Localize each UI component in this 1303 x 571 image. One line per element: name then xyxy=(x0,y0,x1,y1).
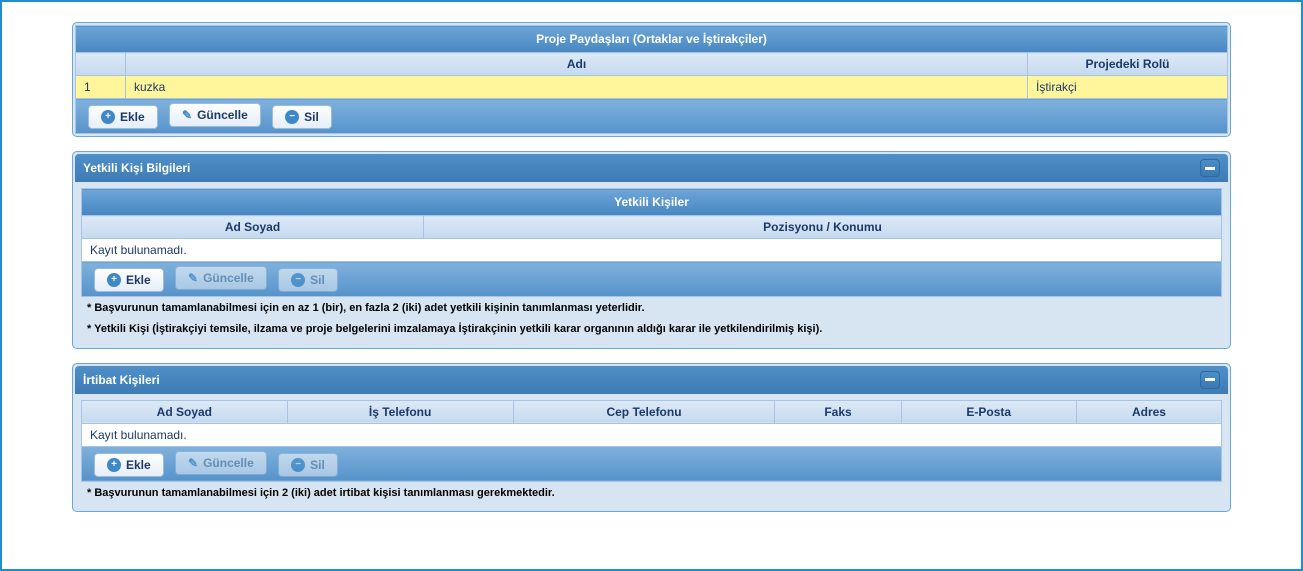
irtibat-col-ceptel: Cep Telefonu xyxy=(513,400,775,423)
paydaslar-toolbar: + Ekle ✎ Güncelle − Sil xyxy=(76,99,1228,134)
paydaslar-col-adi: Adı xyxy=(126,53,1028,76)
minus-icon: − xyxy=(291,458,305,472)
paydaslar-cell-seq: 1 xyxy=(76,76,126,99)
yetkili-collapse-button[interactable] xyxy=(1200,159,1220,177)
pencil-icon: ✎ xyxy=(188,272,198,284)
irtibat-panel-title: İrtibat Kişileri xyxy=(83,373,160,387)
minus-icon: − xyxy=(285,110,299,124)
yetkili-empty-row: Kayıt bulunamadı. xyxy=(82,239,1222,262)
yetkili-guncelle-button: ✎ Güncelle xyxy=(175,266,267,290)
yetkili-sil-button: − Sil xyxy=(278,268,338,292)
plus-icon: + xyxy=(107,273,121,287)
yetkili-ekle-label: Ekle xyxy=(126,273,151,287)
yetkili-col-pozisyon: Pozisyonu / Konumu xyxy=(424,216,1222,239)
irtibat-empty-text: Kayıt bulunamadı. xyxy=(82,423,1222,446)
irtibat-sil-button: − Sil xyxy=(278,453,338,477)
irtibat-collapse-button[interactable] xyxy=(1200,371,1220,389)
yetkili-toolbar: + Ekle ✎ Güncelle − Sil xyxy=(82,262,1222,297)
paydaslar-guncelle-button[interactable]: ✎ Güncelle xyxy=(169,103,261,127)
irtibat-col-adsoyad: Ad Soyad xyxy=(82,400,288,423)
paydaslar-col-seq xyxy=(76,53,126,76)
yetkili-grid: Yetkili Kişiler Ad Soyad Pozisyonu / Kon… xyxy=(81,188,1222,297)
paydaslar-ekle-label: Ekle xyxy=(120,110,145,124)
paydaslar-guncelle-label: Güncelle xyxy=(197,108,248,122)
paydaslar-col-rol: Projedeki Rolü xyxy=(1028,53,1228,76)
plus-icon: + xyxy=(101,110,115,124)
paydaslar-sil-button[interactable]: − Sil xyxy=(272,105,332,129)
yetkili-panel-title: Yetkili Kişi Bilgileri xyxy=(83,161,190,175)
minus-icon xyxy=(1205,378,1215,381)
irtibat-sil-label: Sil xyxy=(310,458,325,472)
irtibat-grid: Ad Soyad İş Telefonu Cep Telefonu Faks E… xyxy=(81,400,1222,482)
yetkili-panel: Yetkili Kişi Bilgileri Yetkili Kişiler A… xyxy=(72,151,1231,349)
paydaslar-row[interactable]: 1 kuzka İştirakçi xyxy=(76,76,1228,99)
paydaslar-grid: Proje Paydaşları (Ortaklar ve İştirakçil… xyxy=(75,25,1228,134)
irtibat-toolbar: + Ekle ✎ Güncelle − Sil xyxy=(82,446,1222,481)
irtibat-col-eposta: E-Posta xyxy=(901,400,1076,423)
yetkili-guncelle-label: Güncelle xyxy=(203,271,254,285)
irtibat-ekle-label: Ekle xyxy=(126,458,151,472)
paydaslar-panel: Proje Paydaşları (Ortaklar ve İştirakçil… xyxy=(72,22,1231,137)
yetkili-empty-text: Kayıt bulunamadı. xyxy=(82,239,1222,262)
irtibat-guncelle-button: ✎ Güncelle xyxy=(175,451,267,475)
paydaslar-cell-rol: İştirakçi xyxy=(1028,76,1228,99)
paydaslar-cell-adi: kuzka xyxy=(126,76,1028,99)
yetkili-ekle-button[interactable]: + Ekle xyxy=(94,268,164,292)
irtibat-col-faks: Faks xyxy=(775,400,901,423)
irtibat-guncelle-label: Güncelle xyxy=(203,456,254,470)
irtibat-col-istel: İş Telefonu xyxy=(287,400,513,423)
paydaslar-sil-label: Sil xyxy=(304,110,319,124)
yetkili-col-adsoyad: Ad Soyad xyxy=(82,216,424,239)
plus-icon: + xyxy=(107,458,121,472)
yetkili-grid-title: Yetkili Kişiler xyxy=(82,189,1222,216)
yetkili-note-2: * Yetkili Kişi (İştirakçiyi temsile, ilz… xyxy=(81,318,1222,339)
paydaslar-ekle-button[interactable]: + Ekle xyxy=(88,105,158,129)
irtibat-col-adres: Adres xyxy=(1076,400,1221,423)
irtibat-panel: İrtibat Kişileri Ad Soyad İş Telefonu Ce… xyxy=(72,363,1231,512)
irtibat-ekle-button[interactable]: + Ekle xyxy=(94,453,164,477)
yetkili-note-1: * Başvurunun tamamlanabilmesi için en az… xyxy=(81,297,1222,318)
yetkili-sil-label: Sil xyxy=(310,273,325,287)
pencil-icon: ✎ xyxy=(188,457,198,469)
irtibat-note-1: * Başvurunun tamamlanabilmesi için 2 (ik… xyxy=(81,482,1222,503)
minus-icon xyxy=(1205,167,1215,170)
paydaslar-title: Proje Paydaşları (Ortaklar ve İştirakçil… xyxy=(76,26,1228,53)
pencil-icon: ✎ xyxy=(182,109,192,121)
minus-icon: − xyxy=(291,273,305,287)
irtibat-empty-row: Kayıt bulunamadı. xyxy=(82,423,1222,446)
